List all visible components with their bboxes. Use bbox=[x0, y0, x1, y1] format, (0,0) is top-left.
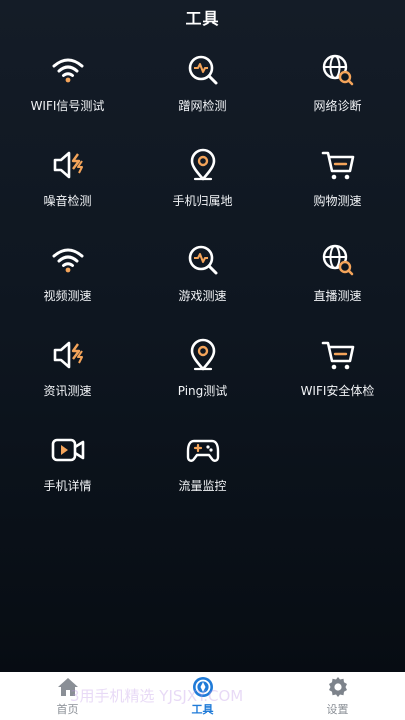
tab-home[interactable]: 首页 bbox=[0, 672, 135, 720]
tab-settings-label: 设置 bbox=[326, 703, 349, 716]
tab-tools-label: 工具 bbox=[191, 703, 214, 716]
tool-game-speed[interactable]: 游戏测速 bbox=[135, 242, 270, 337]
tool-news-speed[interactable]: 资讯测速 bbox=[0, 337, 135, 432]
tool-phone-location[interactable]: 手机归属地 bbox=[135, 147, 270, 242]
tool-label: 手机归属地 bbox=[172, 194, 233, 208]
location-pin-icon bbox=[185, 147, 221, 183]
home-icon bbox=[57, 678, 78, 696]
tool-label: 网络诊断 bbox=[313, 99, 362, 113]
compass-icon bbox=[192, 677, 213, 697]
location-pin-icon bbox=[185, 337, 221, 373]
tab-home-label: 首页 bbox=[56, 703, 79, 716]
tool-label: 直播测速 bbox=[313, 289, 362, 303]
tab-settings[interactable]: 设置 bbox=[270, 672, 405, 720]
search-pulse-icon bbox=[185, 52, 221, 88]
tool-network-diagnosis[interactable]: 网络诊断 bbox=[270, 52, 405, 147]
page-title: 工具 bbox=[185, 9, 220, 28]
shopping-cart-icon bbox=[320, 337, 356, 373]
tool-noise-detection[interactable]: 噪音检测 bbox=[0, 147, 135, 242]
video-camera-icon bbox=[50, 432, 86, 468]
tool-wifi-security-check[interactable]: WIFI安全体检 bbox=[270, 337, 405, 432]
tool-label: 购物测速 bbox=[313, 194, 362, 208]
tool-grid: WIFI信号测试 蹭网检测 网络诊断 噪音检测 手机归属地 购物测速 视频测速 … bbox=[0, 52, 405, 527]
tool-label: 游戏测速 bbox=[178, 289, 227, 303]
tool-label: WIFI信号测试 bbox=[30, 99, 105, 113]
tool-ping-test[interactable]: Ping测试 bbox=[135, 337, 270, 432]
speaker-icon bbox=[50, 147, 86, 183]
tool-label: 视频测速 bbox=[43, 289, 92, 303]
globe-search-icon bbox=[320, 52, 356, 88]
tool-label: 蹭网检测 bbox=[178, 99, 227, 113]
tool-phone-details[interactable]: 手机详情 bbox=[0, 432, 135, 527]
tool-label: Ping测试 bbox=[177, 384, 228, 398]
gear-icon bbox=[328, 677, 347, 697]
wifi-icon bbox=[50, 242, 86, 278]
tool-label: 手机详情 bbox=[43, 479, 92, 493]
shopping-cart-icon bbox=[320, 147, 356, 183]
gamepad-icon bbox=[185, 432, 221, 468]
globe-search-icon bbox=[320, 242, 356, 278]
tool-live-speed[interactable]: 直播测速 bbox=[270, 242, 405, 337]
tool-label: 噪音检测 bbox=[43, 194, 92, 208]
tool-label: WIFI安全体检 bbox=[300, 384, 375, 398]
tab-tools[interactable]: 工具 bbox=[135, 672, 270, 720]
tool-shopping-speed[interactable]: 购物测速 bbox=[270, 147, 405, 242]
search-pulse-icon bbox=[185, 242, 221, 278]
page-header: 工具 bbox=[0, 0, 405, 34]
bottom-tab-bar: 首页 工具 设置 bbox=[0, 672, 405, 720]
tool-freeloader-detection[interactable]: 蹭网检测 bbox=[135, 52, 270, 147]
tool-traffic-monitor[interactable]: 流量监控 bbox=[135, 432, 270, 527]
speaker-icon bbox=[50, 337, 86, 373]
tool-video-speed[interactable]: 视频测速 bbox=[0, 242, 135, 337]
tool-label: 资讯测速 bbox=[43, 384, 92, 398]
wifi-icon bbox=[50, 52, 86, 88]
tool-label: 流量监控 bbox=[178, 479, 227, 493]
tool-wifi-signal-test[interactable]: WIFI信号测试 bbox=[0, 52, 135, 147]
